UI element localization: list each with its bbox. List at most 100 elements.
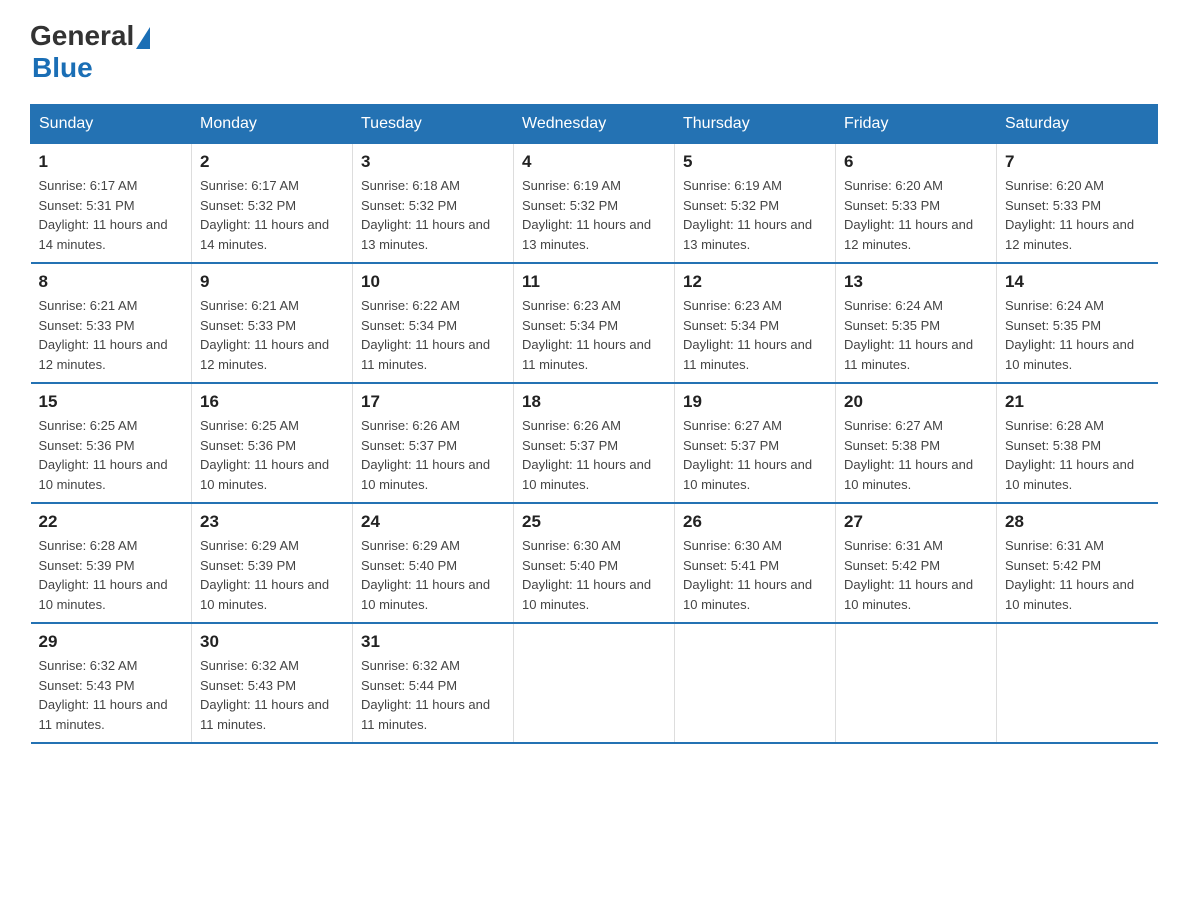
calendar-cell: 8 Sunrise: 6:21 AMSunset: 5:33 PMDayligh… (31, 263, 192, 383)
calendar-table: SundayMondayTuesdayWednesdayThursdayFrid… (30, 104, 1158, 744)
day-number: 29 (39, 632, 184, 652)
calendar-cell: 20 Sunrise: 6:27 AMSunset: 5:38 PMDaylig… (836, 383, 997, 503)
day-number: 27 (844, 512, 988, 532)
calendar-week-row: 22 Sunrise: 6:28 AMSunset: 5:39 PMDaylig… (31, 503, 1158, 623)
calendar-week-row: 1 Sunrise: 6:17 AMSunset: 5:31 PMDayligh… (31, 144, 1158, 264)
calendar-cell: 31 Sunrise: 6:32 AMSunset: 5:44 PMDaylig… (353, 623, 514, 743)
calendar-cell: 10 Sunrise: 6:22 AMSunset: 5:34 PMDaylig… (353, 263, 514, 383)
calendar-cell: 30 Sunrise: 6:32 AMSunset: 5:43 PMDaylig… (192, 623, 353, 743)
day-info: Sunrise: 6:24 AMSunset: 5:35 PMDaylight:… (844, 298, 973, 372)
calendar-header-row: SundayMondayTuesdayWednesdayThursdayFrid… (31, 105, 1158, 144)
day-number: 4 (522, 152, 666, 172)
calendar-cell: 17 Sunrise: 6:26 AMSunset: 5:37 PMDaylig… (353, 383, 514, 503)
day-number: 2 (200, 152, 344, 172)
header-monday: Monday (192, 105, 353, 144)
day-info: Sunrise: 6:27 AMSunset: 5:37 PMDaylight:… (683, 418, 812, 492)
day-number: 11 (522, 272, 666, 292)
day-number: 9 (200, 272, 344, 292)
day-number: 26 (683, 512, 827, 532)
day-info: Sunrise: 6:18 AMSunset: 5:32 PMDaylight:… (361, 178, 490, 252)
day-number: 20 (844, 392, 988, 412)
day-number: 1 (39, 152, 184, 172)
logo-triangle-icon (136, 27, 150, 49)
calendar-cell: 12 Sunrise: 6:23 AMSunset: 5:34 PMDaylig… (675, 263, 836, 383)
day-number: 14 (1005, 272, 1150, 292)
day-number: 22 (39, 512, 184, 532)
page-header: General Blue (30, 20, 1158, 84)
calendar-cell: 25 Sunrise: 6:30 AMSunset: 5:40 PMDaylig… (514, 503, 675, 623)
calendar-cell: 3 Sunrise: 6:18 AMSunset: 5:32 PMDayligh… (353, 144, 514, 264)
day-number: 7 (1005, 152, 1150, 172)
day-info: Sunrise: 6:20 AMSunset: 5:33 PMDaylight:… (844, 178, 973, 252)
day-info: Sunrise: 6:20 AMSunset: 5:33 PMDaylight:… (1005, 178, 1134, 252)
header-friday: Friday (836, 105, 997, 144)
calendar-cell: 7 Sunrise: 6:20 AMSunset: 5:33 PMDayligh… (997, 144, 1158, 264)
calendar-cell: 16 Sunrise: 6:25 AMSunset: 5:36 PMDaylig… (192, 383, 353, 503)
calendar-cell: 13 Sunrise: 6:24 AMSunset: 5:35 PMDaylig… (836, 263, 997, 383)
calendar-cell: 9 Sunrise: 6:21 AMSunset: 5:33 PMDayligh… (192, 263, 353, 383)
day-info: Sunrise: 6:23 AMSunset: 5:34 PMDaylight:… (522, 298, 651, 372)
day-info: Sunrise: 6:26 AMSunset: 5:37 PMDaylight:… (522, 418, 651, 492)
calendar-cell: 18 Sunrise: 6:26 AMSunset: 5:37 PMDaylig… (514, 383, 675, 503)
calendar-cell: 29 Sunrise: 6:32 AMSunset: 5:43 PMDaylig… (31, 623, 192, 743)
header-wednesday: Wednesday (514, 105, 675, 144)
day-info: Sunrise: 6:32 AMSunset: 5:43 PMDaylight:… (200, 658, 329, 732)
calendar-cell (514, 623, 675, 743)
calendar-cell: 26 Sunrise: 6:30 AMSunset: 5:41 PMDaylig… (675, 503, 836, 623)
calendar-cell: 22 Sunrise: 6:28 AMSunset: 5:39 PMDaylig… (31, 503, 192, 623)
day-number: 8 (39, 272, 184, 292)
day-number: 6 (844, 152, 988, 172)
calendar-cell: 24 Sunrise: 6:29 AMSunset: 5:40 PMDaylig… (353, 503, 514, 623)
day-info: Sunrise: 6:31 AMSunset: 5:42 PMDaylight:… (844, 538, 973, 612)
calendar-cell: 11 Sunrise: 6:23 AMSunset: 5:34 PMDaylig… (514, 263, 675, 383)
header-sunday: Sunday (31, 105, 192, 144)
day-info: Sunrise: 6:32 AMSunset: 5:43 PMDaylight:… (39, 658, 168, 732)
calendar-week-row: 29 Sunrise: 6:32 AMSunset: 5:43 PMDaylig… (31, 623, 1158, 743)
day-number: 30 (200, 632, 344, 652)
day-info: Sunrise: 6:25 AMSunset: 5:36 PMDaylight:… (200, 418, 329, 492)
day-info: Sunrise: 6:29 AMSunset: 5:40 PMDaylight:… (361, 538, 490, 612)
day-info: Sunrise: 6:17 AMSunset: 5:32 PMDaylight:… (200, 178, 329, 252)
calendar-cell: 14 Sunrise: 6:24 AMSunset: 5:35 PMDaylig… (997, 263, 1158, 383)
day-number: 13 (844, 272, 988, 292)
day-number: 31 (361, 632, 505, 652)
day-number: 18 (522, 392, 666, 412)
day-info: Sunrise: 6:19 AMSunset: 5:32 PMDaylight:… (522, 178, 651, 252)
calendar-cell (997, 623, 1158, 743)
header-saturday: Saturday (997, 105, 1158, 144)
day-info: Sunrise: 6:21 AMSunset: 5:33 PMDaylight:… (200, 298, 329, 372)
calendar-cell (836, 623, 997, 743)
header-thursday: Thursday (675, 105, 836, 144)
calendar-cell: 27 Sunrise: 6:31 AMSunset: 5:42 PMDaylig… (836, 503, 997, 623)
logo-general-text: General (30, 20, 134, 52)
calendar-cell: 6 Sunrise: 6:20 AMSunset: 5:33 PMDayligh… (836, 144, 997, 264)
day-number: 25 (522, 512, 666, 532)
day-info: Sunrise: 6:26 AMSunset: 5:37 PMDaylight:… (361, 418, 490, 492)
day-info: Sunrise: 6:25 AMSunset: 5:36 PMDaylight:… (39, 418, 168, 492)
calendar-cell: 4 Sunrise: 6:19 AMSunset: 5:32 PMDayligh… (514, 144, 675, 264)
day-number: 12 (683, 272, 827, 292)
day-info: Sunrise: 6:23 AMSunset: 5:34 PMDaylight:… (683, 298, 812, 372)
calendar-cell: 23 Sunrise: 6:29 AMSunset: 5:39 PMDaylig… (192, 503, 353, 623)
day-info: Sunrise: 6:17 AMSunset: 5:31 PMDaylight:… (39, 178, 168, 252)
logo-blue-text: Blue (32, 52, 93, 84)
calendar-cell: 28 Sunrise: 6:31 AMSunset: 5:42 PMDaylig… (997, 503, 1158, 623)
calendar-cell (675, 623, 836, 743)
calendar-week-row: 15 Sunrise: 6:25 AMSunset: 5:36 PMDaylig… (31, 383, 1158, 503)
day-info: Sunrise: 6:31 AMSunset: 5:42 PMDaylight:… (1005, 538, 1134, 612)
calendar-cell: 2 Sunrise: 6:17 AMSunset: 5:32 PMDayligh… (192, 144, 353, 264)
day-number: 24 (361, 512, 505, 532)
calendar-cell: 19 Sunrise: 6:27 AMSunset: 5:37 PMDaylig… (675, 383, 836, 503)
day-info: Sunrise: 6:27 AMSunset: 5:38 PMDaylight:… (844, 418, 973, 492)
calendar-week-row: 8 Sunrise: 6:21 AMSunset: 5:33 PMDayligh… (31, 263, 1158, 383)
day-number: 15 (39, 392, 184, 412)
day-info: Sunrise: 6:32 AMSunset: 5:44 PMDaylight:… (361, 658, 490, 732)
day-number: 23 (200, 512, 344, 532)
day-number: 16 (200, 392, 344, 412)
day-info: Sunrise: 6:21 AMSunset: 5:33 PMDaylight:… (39, 298, 168, 372)
day-info: Sunrise: 6:28 AMSunset: 5:38 PMDaylight:… (1005, 418, 1134, 492)
calendar-cell: 21 Sunrise: 6:28 AMSunset: 5:38 PMDaylig… (997, 383, 1158, 503)
day-info: Sunrise: 6:24 AMSunset: 5:35 PMDaylight:… (1005, 298, 1134, 372)
day-number: 19 (683, 392, 827, 412)
calendar-cell: 5 Sunrise: 6:19 AMSunset: 5:32 PMDayligh… (675, 144, 836, 264)
